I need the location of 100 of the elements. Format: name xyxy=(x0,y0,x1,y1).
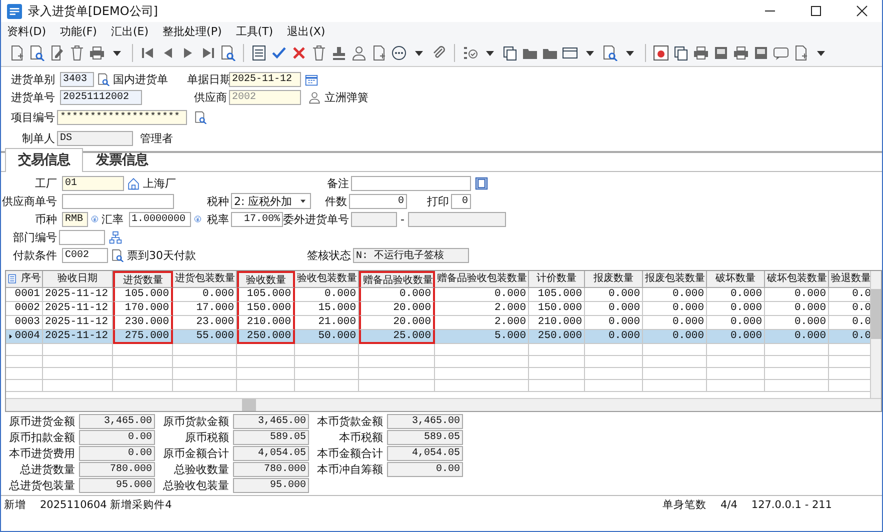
menu-item[interactable]: 汇出(E) xyxy=(110,24,149,38)
tax-type-dropdown[interactable]: 2: 应税外加 xyxy=(231,193,311,209)
document-add-icon[interactable] xyxy=(371,45,387,61)
column-header[interactable]: 赠备品验收包装数量 xyxy=(435,271,529,288)
tray-icon[interactable] xyxy=(753,45,769,61)
grid-row[interactable]: 0001 2025-11-12 105.000 0.000 105.000 0.000 0.000 0.000 105.000 0.000 0.000 0.000 0.000 0.0 xyxy=(6,288,870,302)
lookup-icon[interactable] xyxy=(29,45,45,61)
field-label: 签核状态 xyxy=(306,248,352,262)
printer-icon[interactable] xyxy=(733,45,749,61)
trash-icon[interactable] xyxy=(311,45,327,61)
total-field[interactable]: 95.000 xyxy=(79,478,155,493)
tab[interactable]: 发票信息 xyxy=(83,148,161,171)
total-field[interactable]: 4,054.05 xyxy=(387,446,463,461)
input-field[interactable] xyxy=(351,212,397,226)
maximize-icon[interactable] xyxy=(808,3,824,19)
input-field[interactable]: 3403 xyxy=(60,72,94,86)
empty-cell xyxy=(529,344,585,356)
tab[interactable]: 交易信息 xyxy=(5,148,83,172)
input-field[interactable]: 0 xyxy=(349,194,407,208)
menu-item[interactable]: 退出(X) xyxy=(287,24,326,38)
input-field[interactable] xyxy=(351,176,471,190)
tray-icon[interactable] xyxy=(713,45,729,61)
table-cell: 0.000 xyxy=(643,330,707,344)
trash-icon[interactable] xyxy=(69,45,85,61)
home-icon xyxy=(127,176,140,190)
row-pointer-icon xyxy=(8,332,14,341)
total-field[interactable]: 0.00 xyxy=(79,446,155,461)
input-field[interactable]: DS xyxy=(57,130,133,146)
total-field[interactable]: 4,054.05 xyxy=(233,446,309,461)
column-header[interactable]: 验收包装数量 xyxy=(295,271,359,288)
menu-item[interactable]: 整批处理(P) xyxy=(162,24,222,38)
input-field[interactable]: C002 xyxy=(62,248,108,262)
column-header[interactable]: 验收日期 xyxy=(43,271,113,288)
input-field[interactable]: 2025-11-12 xyxy=(229,72,301,86)
message-icon[interactable] xyxy=(773,45,789,61)
total-field[interactable]: 0.00 xyxy=(79,430,155,445)
grid-row[interactable]: 0002 2025-11-12 170.000 17.000 150.000 15.000 20.000 2.000 150.000 0.000 0.000 0.000 0.000 0.0 xyxy=(6,302,870,316)
input-field[interactable]: 0 xyxy=(451,194,471,208)
column-header[interactable]: 计价数量 xyxy=(529,271,585,288)
ellipsis-icon[interactable] xyxy=(391,45,407,61)
empty-cell xyxy=(173,368,237,380)
stamp-icon[interactable] xyxy=(331,45,347,61)
menu-item[interactable]: 工具(T) xyxy=(236,24,274,38)
person-icon[interactable] xyxy=(351,45,367,61)
input-field[interactable] xyxy=(59,230,105,244)
input-field[interactable] xyxy=(408,212,506,226)
printer-icon[interactable] xyxy=(89,45,105,61)
input-field[interactable] xyxy=(62,194,174,208)
vertical-scrollbar[interactable] xyxy=(870,271,881,398)
table-cell: 2025-11-12 xyxy=(43,302,113,316)
lookup-icon[interactable] xyxy=(220,45,236,61)
column-header[interactable]: 进货包装数量 xyxy=(173,271,237,288)
menu-item[interactable]: 资料(D) xyxy=(7,24,46,38)
column-header[interactable]: 序号 xyxy=(6,271,43,288)
printer-icon[interactable] xyxy=(693,45,709,61)
input-field[interactable]: 1.0000000 xyxy=(128,212,190,226)
total-field[interactable]: 589.05 xyxy=(387,430,463,445)
total-field[interactable]: 3,465.00 xyxy=(387,414,463,429)
column-header[interactable]: 赠备品验收数量 xyxy=(359,271,435,288)
check-icon[interactable] xyxy=(271,45,287,61)
column-header[interactable]: 验收数量 xyxy=(237,271,295,288)
record-icon[interactable] xyxy=(653,45,669,61)
window-icon[interactable] xyxy=(562,45,578,61)
column-header[interactable]: 破坏包装数量 xyxy=(765,271,829,288)
table-cell: 150.000 xyxy=(529,302,585,316)
input-field[interactable]: 20251112002 xyxy=(60,90,142,104)
total-field[interactable]: 3,465.00 xyxy=(79,414,155,429)
menu-item[interactable]: 功能(F) xyxy=(60,24,97,38)
input-field[interactable]: N: 不运行电子签核 xyxy=(353,248,469,262)
paperclip-icon[interactable] xyxy=(431,45,447,61)
checklist-icon[interactable] xyxy=(462,45,478,61)
document-add-icon[interactable] xyxy=(9,45,25,61)
total-field[interactable]: 95.000 xyxy=(233,478,309,493)
field-label: 付款条件 xyxy=(12,248,58,262)
form-icon[interactable] xyxy=(251,45,267,61)
input-field[interactable]: RMB xyxy=(62,212,88,226)
pencil-icon[interactable] xyxy=(49,45,65,61)
total-field[interactable]: 3,465.00 xyxy=(233,414,309,429)
horizontal-scrollbar[interactable] xyxy=(6,398,881,411)
input-field[interactable]: 17.00% xyxy=(231,212,283,226)
copy-icon[interactable] xyxy=(502,45,518,61)
column-header[interactable]: 破坏数量 xyxy=(707,271,765,288)
total-field[interactable]: 0.00 xyxy=(387,462,463,477)
input-field[interactable]: 01 xyxy=(62,176,124,190)
empty-cell xyxy=(113,356,173,368)
close-icon[interactable] xyxy=(854,3,870,19)
column-header[interactable]: 进货数量 xyxy=(113,271,173,288)
first-icon[interactable] xyxy=(140,45,156,61)
grid-row[interactable]: 0004 2025-11-12 275.000 55.000 250.000 50.000 25.000 5.000 250.000 0.000 0.000 0.000 0.000 0.0 xyxy=(6,330,870,344)
document-add-icon[interactable] xyxy=(793,45,809,61)
column-header[interactable]: 报废数量 xyxy=(585,271,643,288)
total-field[interactable]: 780.000 xyxy=(233,462,309,477)
copy-icon[interactable] xyxy=(673,45,689,61)
cross-icon[interactable] xyxy=(291,45,307,61)
total-field[interactable]: 589.05 xyxy=(233,430,309,445)
input-field[interactable]: ******************** xyxy=(57,110,187,124)
lookup-icon[interactable] xyxy=(602,45,618,61)
column-header[interactable]: 报废包装数量 xyxy=(643,271,707,288)
total-field[interactable]: 780.000 xyxy=(79,462,155,477)
last-icon[interactable] xyxy=(200,45,216,61)
